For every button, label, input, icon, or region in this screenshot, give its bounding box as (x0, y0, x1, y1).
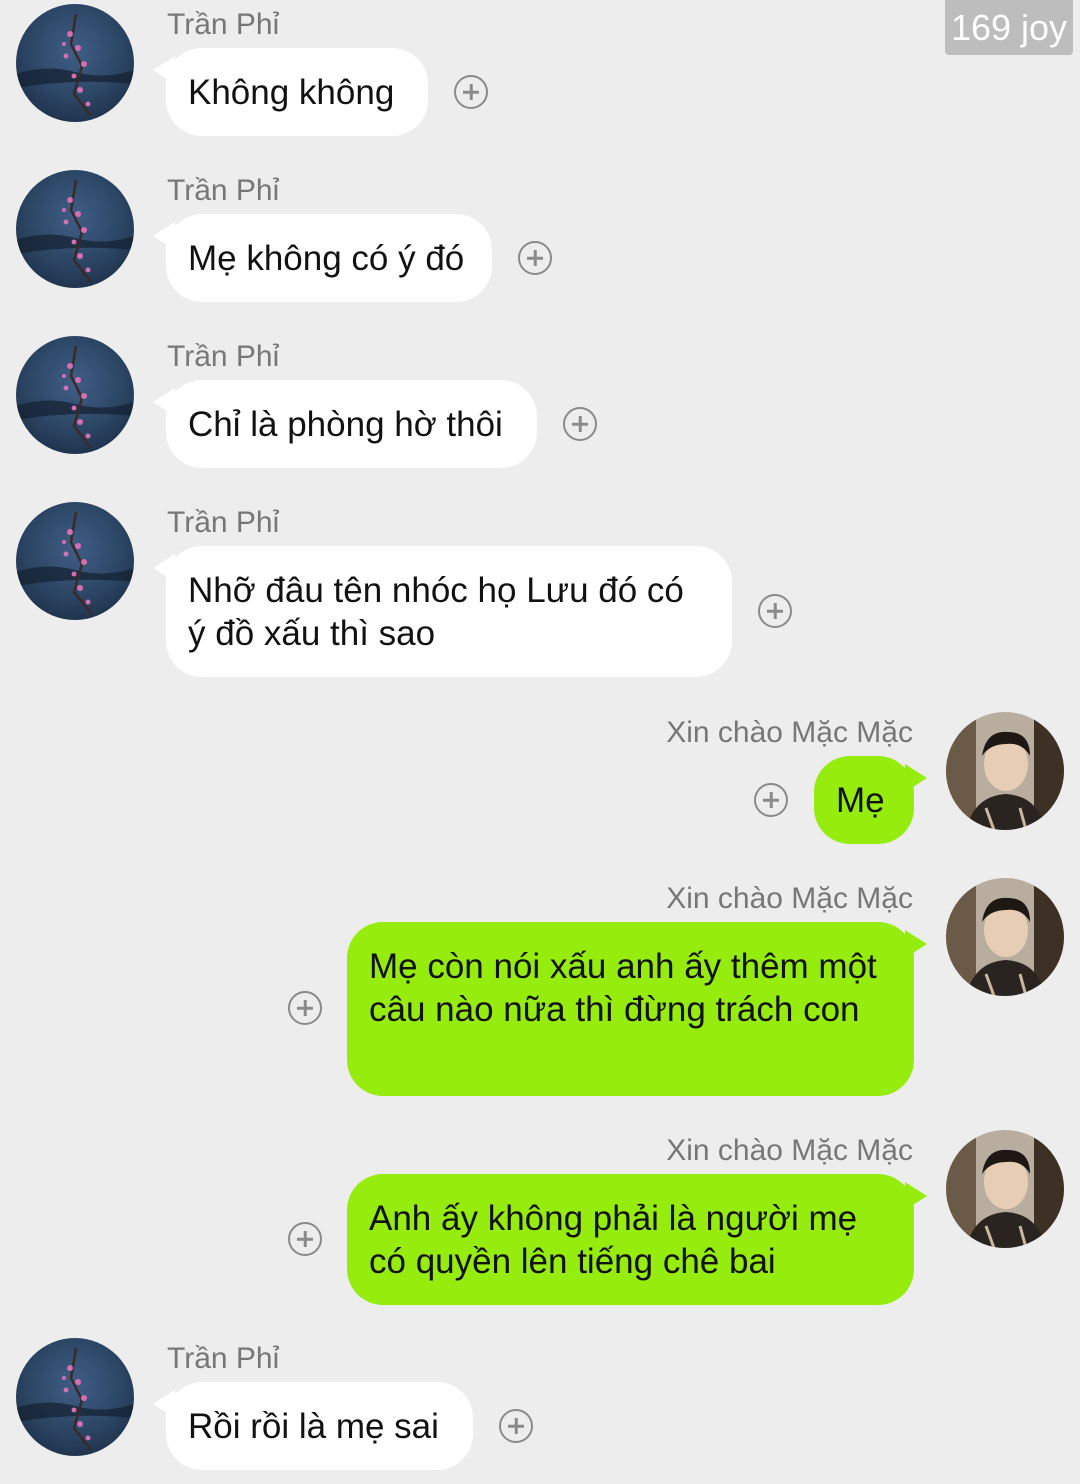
portrait-avatar-icon[interactable] (946, 878, 1064, 996)
message-bubble[interactable]: Mẹ còn nói xấu anh ấy thêm một câu nào n… (347, 922, 914, 1096)
sender-name: Trần Phỉ (167, 8, 280, 41)
sender-name: Trần Phỉ (167, 174, 280, 207)
message-bubble[interactable]: Mẹ không có ý đó (166, 214, 492, 302)
watermark-label: 169 joy (945, 0, 1073, 55)
add-reaction-icon[interactable] (288, 1222, 322, 1256)
sender-name: Trần Phỉ (167, 1342, 280, 1375)
message-bubble[interactable]: Chỉ là phòng hờ thôi (166, 380, 537, 468)
message-bubble[interactable]: Rồi rồi là mẹ sai (166, 1382, 473, 1470)
plum-blossom-avatar-icon[interactable] (16, 1338, 134, 1456)
add-reaction-icon[interactable] (499, 1409, 533, 1443)
plum-blossom-avatar-icon[interactable] (16, 4, 134, 122)
portrait-avatar-icon[interactable] (946, 1130, 1064, 1248)
add-reaction-icon[interactable] (518, 241, 552, 275)
add-reaction-icon[interactable] (288, 991, 322, 1025)
message-bubble[interactable]: Nhỡ đâu tên nhóc họ Lưu đó có ý đồ xấu t… (166, 546, 732, 677)
sender-name: Trần Phỉ (167, 506, 280, 539)
plum-blossom-avatar-icon[interactable] (16, 336, 134, 454)
plum-blossom-avatar-icon[interactable] (16, 170, 134, 288)
sender-name: Xin chào Mặc Mặc (666, 716, 913, 749)
portrait-avatar-icon[interactable] (946, 712, 1064, 830)
sender-name: Xin chào Mặc Mặc (666, 882, 913, 915)
add-reaction-icon[interactable] (563, 407, 597, 441)
add-reaction-icon[interactable] (754, 783, 788, 817)
message-bubble[interactable]: Mẹ (814, 756, 914, 844)
message-bubble[interactable]: Anh ấy không phải là người mẹ có quyền l… (347, 1174, 914, 1305)
plum-blossom-avatar-icon[interactable] (16, 502, 134, 620)
message-bubble[interactable]: Không không (166, 48, 428, 136)
sender-name: Xin chào Mặc Mặc (666, 1134, 913, 1167)
sender-name: Trần Phỉ (167, 340, 280, 373)
add-reaction-icon[interactable] (454, 75, 488, 109)
add-reaction-icon[interactable] (758, 594, 792, 628)
